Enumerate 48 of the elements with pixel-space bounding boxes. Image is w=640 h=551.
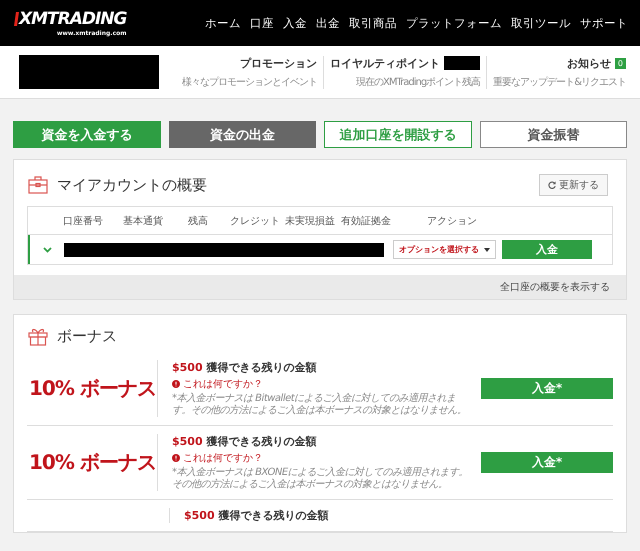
column-header: 未実現損益 (285, 214, 336, 228)
bonus-note: *本入金ボーナスは BXONEによるご入金に対してのみ適用されます。その他の方法によるご入金は本ボーナスの対象とはなりません。 (172, 467, 469, 491)
caret-icon (484, 248, 490, 252)
section-title: マイアカウントの概要 (57, 176, 207, 194)
notification-count: 0 (614, 58, 626, 68)
column-header: 基本通貨 (123, 214, 164, 228)
column-header: 有効証拠金 (341, 214, 392, 228)
action-button[interactable]: 資金振替 (480, 121, 627, 148)
nav-link[interactable]: 口座 (250, 16, 274, 30)
bonus-headline: 10% ボーナス (28, 449, 157, 476)
options-dropdown[interactable]: オプションを選択する (393, 240, 496, 259)
nav-link[interactable]: 取引商品 (349, 16, 397, 30)
remaining-amount: $500 獲得できる残りの金額 (184, 508, 330, 523)
info-icon (172, 454, 180, 462)
remaining-amount: $500 獲得できる残りの金額 (172, 360, 318, 375)
logo-mark-icon (14, 12, 19, 26)
gift-icon (28, 327, 48, 346)
view-all-link[interactable]: 全口座の概要を表示する (500, 280, 610, 294)
column-header: 残高 (188, 214, 209, 228)
redaction-block (444, 56, 480, 70)
logo[interactable]: XMTRADING (19, 9, 126, 29)
refresh-button[interactable]: 更新する (539, 174, 608, 196)
bonus-headline: 10% ボーナス (28, 375, 157, 402)
bonus-note: *本入金ボーナスは Bitwalletによるご入金に対してのみ適用されます。その他の方法によるご入金は本ボーナスの対象とはなりません。 (172, 393, 468, 417)
sub-nav-caption: 様々なプロモーションとイベント (182, 76, 318, 88)
column-header: クレジット (230, 214, 281, 228)
nav-link[interactable]: 取引ツール (511, 16, 571, 30)
nav-link[interactable]: 出金 (316, 16, 340, 30)
sub-nav-title[interactable]: ロイヤルティポイント (330, 56, 440, 70)
remaining-amount: $500 獲得できる残りの金額 (172, 434, 318, 449)
refresh-icon (548, 181, 556, 189)
column-header: アクション (427, 214, 478, 228)
sub-nav-caption: 現在のXMTradingポイント残高 (356, 76, 480, 88)
section-title: ボーナス (57, 327, 117, 346)
briefcase-icon (28, 176, 48, 194)
sub-nav-title[interactable]: お知らせ (566, 56, 611, 70)
nav-link[interactable]: サポート (580, 16, 628, 30)
sub-nav-caption: 重要なアップデート&リクエスト (493, 76, 626, 88)
nav-link[interactable]: ホーム (205, 16, 241, 30)
sub-nav-title[interactable]: プロモーション (240, 56, 318, 70)
column-header: 口座番号 (63, 214, 104, 228)
action-button[interactable]: 資金の出金 (168, 121, 316, 148)
help-link[interactable]: これは何ですか？ (172, 451, 469, 465)
nav-link[interactable]: プラットフォーム (406, 16, 502, 30)
chevron-down-icon (42, 246, 52, 252)
info-icon (172, 380, 180, 388)
nav-link[interactable]: 入金 (283, 16, 307, 30)
help-link[interactable]: これは何ですか？ (172, 377, 469, 391)
